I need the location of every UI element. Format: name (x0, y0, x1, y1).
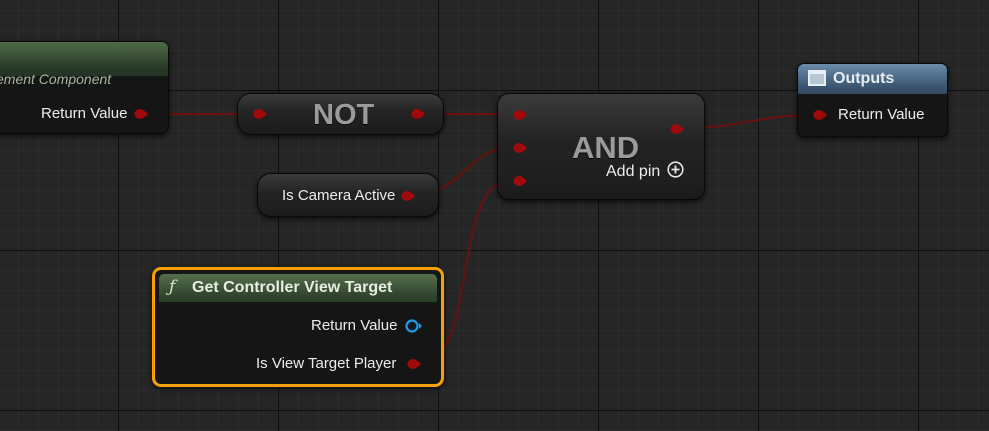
object-output-pin[interactable] (405, 318, 423, 334)
is-camera-active-label: Is Camera Active (282, 187, 396, 204)
not-operator-title: NOT (313, 99, 375, 131)
bool-input-pin-c[interactable] (513, 176, 527, 186)
outputs-node[interactable]: Outputs Return Value (797, 63, 948, 137)
is-camera-active-node[interactable]: Is Camera Active (257, 173, 439, 217)
return-value-label: Return Value (838, 106, 925, 123)
and-operator-title: AND (572, 130, 640, 165)
bool-output-pin[interactable] (411, 109, 425, 119)
outputs-window-icon (808, 70, 826, 86)
function-icon: ƒ (169, 277, 176, 297)
get-controller-view-target-node[interactable]: ƒ Get Controller View Target Return Valu… (152, 267, 444, 387)
bool-input-pin-a[interactable] (513, 110, 527, 120)
not-node[interactable]: NOT (237, 93, 444, 135)
and-node[interactable]: AND Add pin (497, 93, 705, 200)
node-header: Outputs (798, 64, 947, 94)
return-value-label: Return Value (311, 317, 398, 334)
is-view-target-player-label: Is View Target Player (256, 355, 397, 372)
outputs-title: Outputs (833, 70, 895, 87)
bool-output-pin[interactable] (401, 191, 415, 201)
node-title: Get Controller View Target (192, 279, 393, 296)
bool-input-pin[interactable] (253, 109, 267, 119)
node-title: ement Component (0, 71, 112, 87)
bool-output-pin[interactable] (407, 359, 421, 369)
node-header: ement Component (0, 42, 168, 87)
bool-output-pin[interactable] (670, 124, 684, 134)
node-header: ƒ Get Controller View Target (159, 274, 437, 302)
movement-component-node[interactable]: ement Component Return Value (0, 41, 169, 134)
bool-input-pin-b[interactable] (513, 143, 527, 153)
add-pin-button[interactable]: Add pin (606, 161, 684, 183)
add-pin-label: Add pin (606, 163, 661, 180)
plus-circle-icon (667, 161, 684, 183)
bool-input-pin[interactable] (813, 110, 827, 120)
return-value-label: Return Value (41, 105, 128, 122)
bool-output-pin[interactable] (134, 109, 148, 119)
